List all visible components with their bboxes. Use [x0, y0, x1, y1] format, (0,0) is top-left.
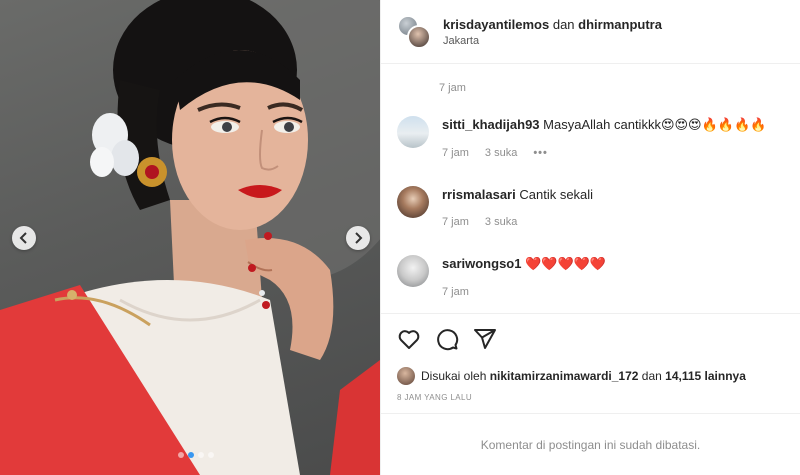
post-photo — [0, 0, 380, 475]
comment-icon[interactable] — [435, 327, 459, 351]
carousel-dot — [198, 452, 204, 458]
comments-list: 7 jam sitti_khadijah93 MasyaAllah cantik… — [381, 64, 800, 313]
comment-text: sariwongso1 ❤️❤️❤️❤️❤️ — [442, 255, 606, 274]
comment-time[interactable]: 7 jam — [442, 216, 469, 228]
carousel-dot — [178, 452, 184, 458]
post-dialog: krisdayantilemos dan dhirmanputra Jakart… — [0, 0, 800, 475]
likes-summary: Disukai oleh nikitamirzanimawardi_172 da… — [381, 365, 800, 387]
author-link[interactable]: krisdayantilemos — [443, 17, 549, 32]
comment-item: rrismalasari Cantik sekali 7 jam 3 suka — [397, 186, 785, 228]
post-header: krisdayantilemos dan dhirmanputra Jakart… — [381, 0, 800, 64]
avatar[interactable] — [397, 255, 429, 287]
post-location[interactable]: Jakarta — [443, 35, 662, 47]
likes-prefix: Disukai oleh — [421, 369, 487, 383]
comment-text: sitti_khadijah93 MasyaAllah cantikkk😍😍😍🔥… — [442, 116, 766, 135]
carousel-indicator — [178, 452, 214, 458]
post-authors: krisdayantilemos dan dhirmanputra — [443, 17, 662, 32]
comment-meta: 7 jam — [442, 286, 606, 298]
comment-likes[interactable]: 3 suka — [485, 216, 517, 228]
comment-username[interactable]: sitti_khadijah93 — [442, 117, 540, 132]
more-options-icon[interactable]: ••• — [533, 147, 548, 159]
comment-likes[interactable]: 3 suka — [485, 147, 517, 159]
comment-username[interactable]: rrismalasari — [442, 187, 516, 202]
comment-message: MasyaAllah cantikkk — [543, 117, 661, 132]
share-icon[interactable] — [473, 327, 497, 351]
comment-emoji: 😍😍😍🔥🔥🔥🔥 — [660, 118, 767, 133]
carousel-prev-button[interactable] — [12, 226, 36, 250]
post-header-text: krisdayantilemos dan dhirmanputra Jakart… — [443, 17, 662, 47]
avatar[interactable] — [397, 186, 429, 218]
caption-meta: 7 jam — [439, 82, 466, 94]
comment-item: sariwongso1 ❤️❤️❤️❤️❤️ 7 jam — [397, 255, 785, 298]
likes-joiner: dan — [641, 369, 662, 383]
comment-username[interactable]: sariwongso1 — [442, 256, 521, 271]
avatar[interactable] — [397, 367, 415, 385]
comment-time[interactable]: 7 jam — [442, 147, 469, 159]
comment-meta: 7 jam 3 suka — [442, 216, 593, 228]
author-link[interactable]: dhirmanputra — [578, 17, 662, 32]
heart-icon[interactable] — [397, 327, 421, 351]
comment-body: sitti_khadijah93 MasyaAllah cantikkk😍😍😍🔥… — [442, 116, 766, 159]
comment-time[interactable]: 7 jam — [439, 82, 466, 94]
post-side-panel: krisdayantilemos dan dhirmanputra Jakart… — [380, 0, 800, 475]
comment-item: sitti_khadijah93 MasyaAllah cantikkk😍😍😍🔥… — [397, 116, 785, 159]
carousel-next-button[interactable] — [346, 226, 370, 250]
likes-user-link[interactable]: nikitamirzanimawardi_172 — [490, 369, 639, 383]
comment-meta: 7 jam 3 suka ••• — [442, 147, 766, 159]
avatar[interactable] — [397, 116, 429, 148]
likes-text: Disukai oleh nikitamirzanimawardi_172 da… — [421, 369, 746, 383]
post-timestamp[interactable]: 8 JAM YANG LALU — [381, 393, 800, 409]
comment-emoji: ❤️❤️❤️❤️❤️ — [525, 257, 607, 272]
comment-body: sariwongso1 ❤️❤️❤️❤️❤️ 7 jam — [442, 255, 606, 298]
comments-limited-notice: Komentar di postingan ini sudah dibatasi… — [480, 437, 701, 452]
chevron-right-icon — [355, 232, 363, 244]
portrait-image — [0, 0, 380, 475]
carousel-dot — [208, 452, 214, 458]
post-actions — [381, 313, 800, 363]
chevron-left-icon — [19, 232, 27, 244]
comment-message: Cantik sekali — [519, 187, 594, 202]
collab-avatars[interactable] — [397, 14, 431, 49]
comment-body: rrismalasari Cantik sekali 7 jam 3 suka — [442, 186, 593, 228]
likes-count-link[interactable]: 14,115 lainnya — [665, 369, 746, 383]
comment-time[interactable]: 7 jam — [442, 286, 469, 298]
avatar — [407, 24, 431, 49]
comment-disabled-area: Komentar di postingan ini sudah dibatasi… — [381, 413, 800, 475]
carousel-dot-active — [188, 452, 194, 458]
comment-text: rrismalasari Cantik sekali — [442, 186, 593, 204]
author-joiner: dan — [552, 16, 575, 32]
